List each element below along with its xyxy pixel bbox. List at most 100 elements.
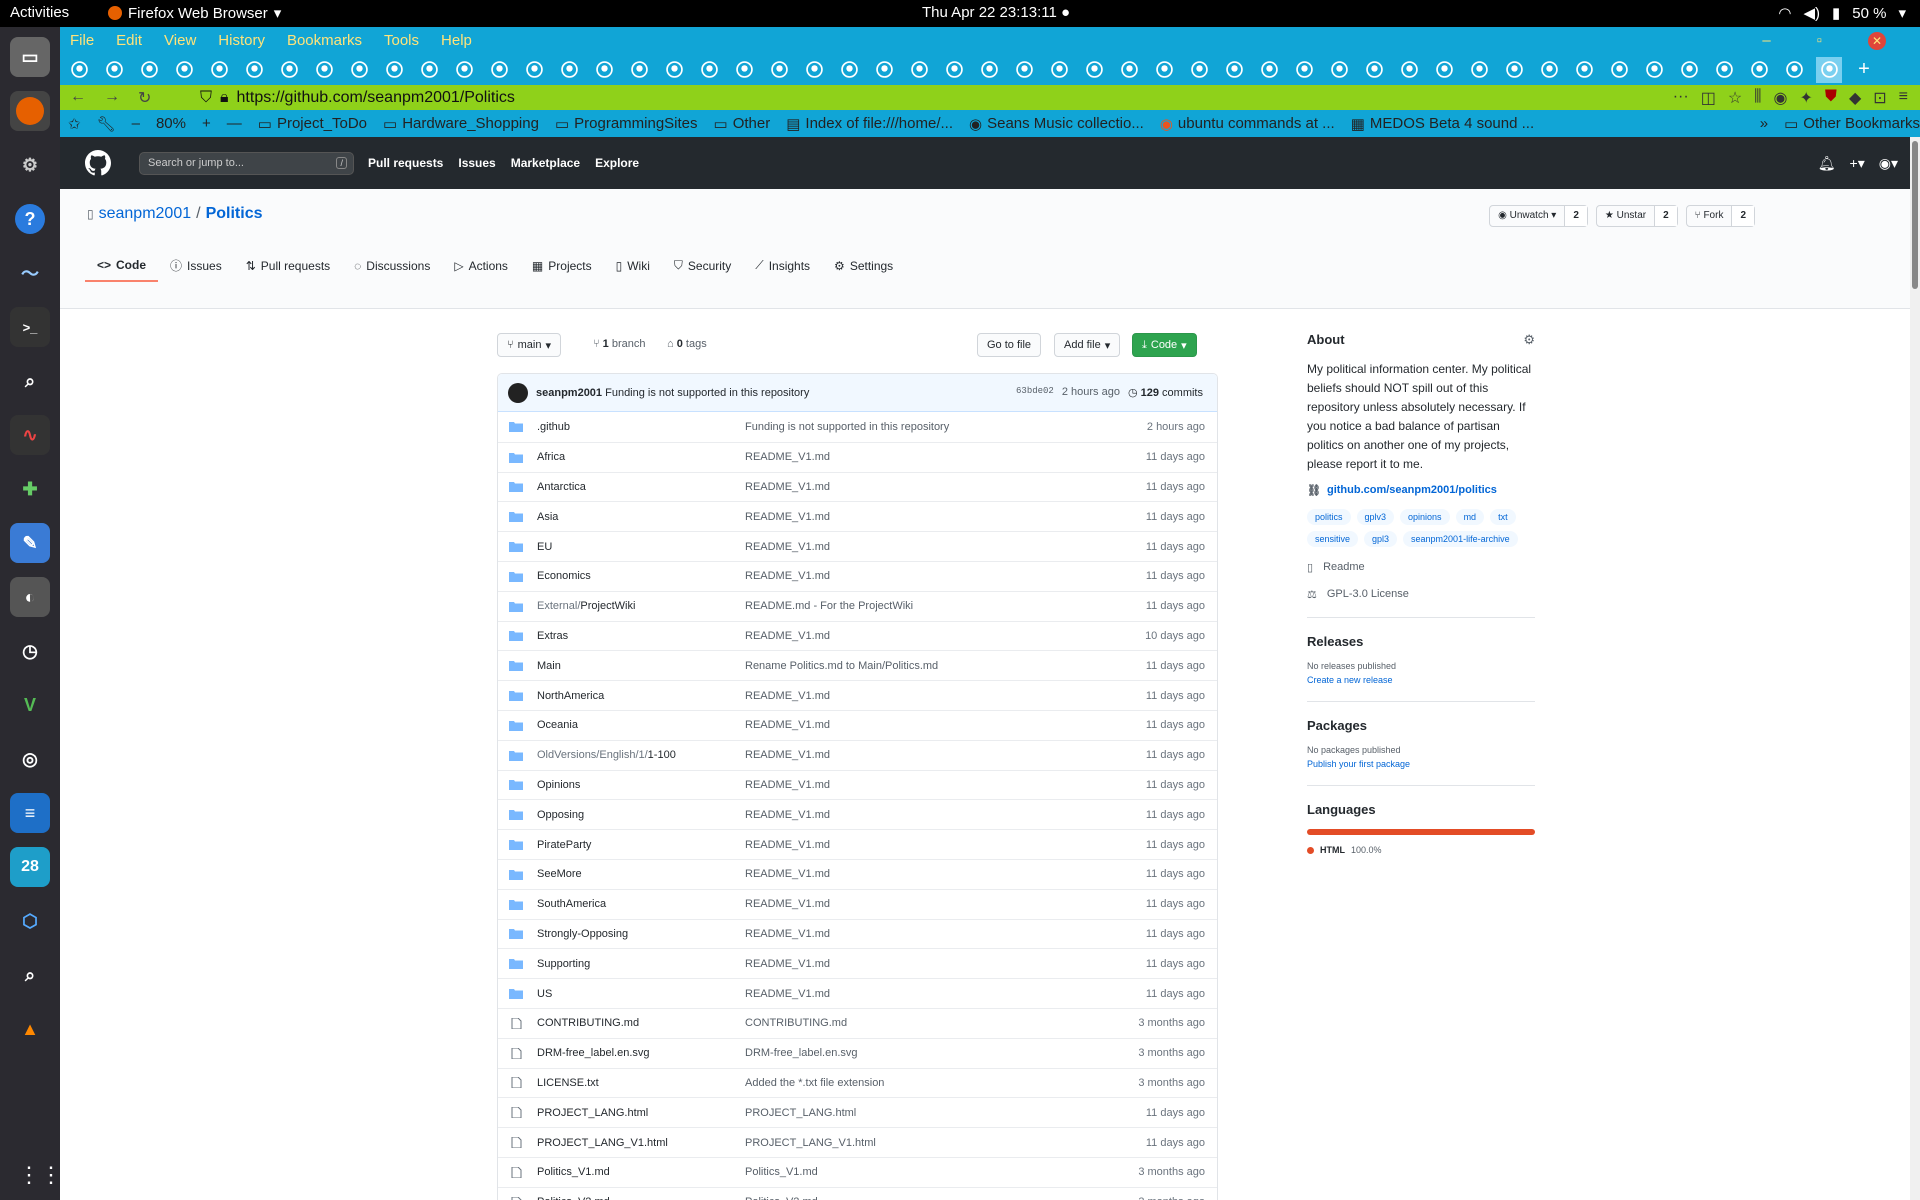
browser-tab[interactable] bbox=[801, 57, 827, 83]
browser-tab[interactable] bbox=[101, 57, 127, 83]
browser-tab[interactable] bbox=[556, 57, 582, 83]
file-name-link[interactable]: OldVersions/English/1/1-100 bbox=[537, 749, 745, 761]
unstar-button[interactable]: ★ Unstar 2 bbox=[1595, 205, 1678, 227]
nav-marketplace[interactable]: Marketplace bbox=[511, 156, 580, 170]
tab-settings[interactable]: ⚙ Settings bbox=[822, 249, 905, 282]
commit-message-link[interactable]: README_V1.md bbox=[745, 451, 1095, 463]
commit-message-link[interactable]: README_V1.md bbox=[745, 779, 1095, 791]
license-link[interactable]: ⚖ GPL-3.0 License bbox=[1307, 588, 1535, 601]
tab-projects[interactable]: ▦ Projects bbox=[520, 249, 604, 282]
other-bookmarks[interactable]: ▭ Other Bookmarks bbox=[1784, 115, 1920, 133]
commit-message-link[interactable]: README.md - For the ProjectWiki bbox=[745, 600, 1095, 612]
file-name-link[interactable]: CONTRIBUTING.md bbox=[537, 1017, 745, 1029]
activities-button[interactable]: Activities bbox=[10, 4, 69, 21]
nav-pull-requests[interactable]: Pull requests bbox=[368, 156, 443, 170]
star-count[interactable]: 2 bbox=[1655, 206, 1677, 226]
browser-tab[interactable] bbox=[241, 57, 267, 83]
watch-count[interactable]: 2 bbox=[1565, 206, 1587, 226]
commit-message-link[interactable]: README_V1.md bbox=[745, 570, 1095, 582]
close-icon[interactable]: ✕ bbox=[1868, 31, 1886, 50]
tab-security[interactable]: ⛉ Security bbox=[662, 249, 743, 282]
file-name-link[interactable]: Asia bbox=[537, 511, 745, 523]
file-name-link[interactable]: LICENSE.txt bbox=[537, 1077, 745, 1089]
app-menu[interactable]: Firefox Web Browser ▾ bbox=[108, 4, 281, 22]
browser-tab[interactable] bbox=[521, 57, 547, 83]
commit-message-link[interactable]: PROJECT_LANG_V1.html bbox=[745, 1137, 1095, 1149]
shield-icon[interactable]: ⛉ bbox=[200, 89, 212, 107]
browser-tab[interactable] bbox=[1746, 57, 1772, 83]
create-release-link[interactable]: Create a new release bbox=[1307, 675, 1535, 685]
releases-title[interactable]: Releases bbox=[1307, 634, 1535, 649]
browser-tab[interactable] bbox=[1606, 57, 1632, 83]
file-name-link[interactable]: Economics bbox=[537, 570, 745, 582]
browser-tab[interactable] bbox=[1046, 57, 1072, 83]
zoom-out-icon[interactable]: – bbox=[132, 115, 140, 132]
nav-issues[interactable]: Issues bbox=[458, 156, 495, 170]
bookmark-star-icon[interactable]: ☆ bbox=[1728, 88, 1742, 108]
github-ext-icon[interactable]: ◆ bbox=[1849, 88, 1861, 108]
tab-wiki[interactable]: ▯ Wiki bbox=[604, 249, 662, 282]
gear-icon[interactable]: ⚙ bbox=[1523, 332, 1535, 348]
back-icon[interactable]: ← bbox=[70, 88, 86, 108]
browser-tab[interactable] bbox=[1676, 57, 1702, 83]
browser-tab[interactable] bbox=[836, 57, 862, 83]
menu-history[interactable]: History bbox=[218, 32, 265, 49]
commit-author[interactable]: seanpm2001 bbox=[536, 387, 602, 399]
menu-help[interactable]: Help bbox=[441, 32, 472, 49]
branch-select-button[interactable]: ⑂ main ▾ bbox=[497, 333, 561, 357]
browser-tab[interactable] bbox=[486, 57, 512, 83]
topic-tag[interactable]: gplv3 bbox=[1356, 509, 1395, 525]
commit-message-link[interactable]: Added the *.txt file extension bbox=[745, 1077, 1095, 1089]
file-name-link[interactable]: Main bbox=[537, 660, 745, 672]
reload-icon[interactable]: ↻ bbox=[138, 88, 151, 108]
browser-tab[interactable] bbox=[1781, 57, 1807, 83]
menu-file[interactable]: File bbox=[70, 32, 94, 49]
browser-tab[interactable] bbox=[1326, 57, 1352, 83]
pocket-icon[interactable]: ◫ bbox=[1701, 88, 1716, 108]
commit-message-link[interactable]: README_V1.md bbox=[745, 749, 1095, 761]
bookmarks-menu-icon[interactable]: ✩ bbox=[68, 115, 81, 133]
file-name-link[interactable]: NorthAmerica bbox=[537, 690, 745, 702]
commit-message-link[interactable]: README_V1.md bbox=[745, 958, 1095, 970]
commit-message-link[interactable]: Rename Politics.md to Main/Politics.md bbox=[745, 660, 1095, 672]
file-name-link[interactable]: Opinions bbox=[537, 779, 745, 791]
extensions-icon[interactable]: ✚ bbox=[10, 469, 50, 509]
browser-tab[interactable] bbox=[276, 57, 302, 83]
zoom-in-icon[interactable]: + bbox=[202, 115, 211, 132]
maximize-icon[interactable]: ▫ bbox=[1817, 32, 1822, 50]
commit-message-link[interactable]: Funding is not supported in this reposit… bbox=[745, 421, 1095, 433]
commit-message-link[interactable]: README_V1.md bbox=[745, 839, 1095, 851]
browser-tab[interactable] bbox=[66, 57, 92, 83]
fork-count[interactable]: 2 bbox=[1732, 206, 1754, 226]
unwatch-button[interactable]: ◉ Unwatch ▾ 2 bbox=[1489, 205, 1588, 227]
commit-message-link[interactable]: CONTRIBUTING.md bbox=[745, 1017, 1095, 1029]
commit-message-link[interactable]: README_V1.md bbox=[745, 630, 1095, 642]
minimize-icon[interactable]: – bbox=[1762, 32, 1770, 50]
file-name-link[interactable]: PirateParty bbox=[537, 839, 745, 851]
file-name-link[interactable]: Africa bbox=[537, 451, 745, 463]
commit-message-link[interactable]: DRM-free_label.en.svg bbox=[745, 1047, 1095, 1059]
file-name-link[interactable]: DRM-free_label.en.svg bbox=[537, 1047, 745, 1059]
browser-tab[interactable] bbox=[1711, 57, 1737, 83]
file-name-link[interactable]: Antarctica bbox=[537, 481, 745, 493]
system-tray[interactable]: ◠ ◀) ▮ 50 % ▾ bbox=[1778, 4, 1906, 23]
browser-tab[interactable] bbox=[416, 57, 442, 83]
github-search-input[interactable]: Search or jump to... / bbox=[139, 151, 354, 175]
tab-code[interactable]: <> Code bbox=[85, 249, 159, 282]
add-file-button[interactable]: Add file ▾ bbox=[1054, 333, 1121, 357]
commit-sha[interactable]: 63bde02 bbox=[1016, 386, 1054, 399]
file-name-link[interactable]: Politics_V2.md bbox=[537, 1196, 745, 1200]
bookmark-item[interactable]: ▭ Other bbox=[714, 115, 771, 133]
menu-view[interactable]: View bbox=[164, 32, 196, 49]
commit-message-link[interactable]: README_V1.md bbox=[745, 481, 1095, 493]
publish-package-link[interactable]: Publish your first package bbox=[1307, 759, 1535, 769]
topic-tag[interactable]: gpl3 bbox=[1364, 531, 1398, 547]
system-monitor-icon[interactable]: 〜 bbox=[10, 253, 50, 293]
browser-tab-active[interactable] bbox=[1816, 56, 1842, 83]
clock[interactable]: Thu Apr 22 23:13:11 ● bbox=[922, 4, 1070, 21]
file-name-link[interactable]: PROJECT_LANG_V1.html bbox=[537, 1137, 745, 1149]
file-name-link[interactable]: .github bbox=[537, 421, 745, 433]
topic-tag[interactable]: opinions bbox=[1400, 509, 1450, 525]
commit-message-link[interactable]: Politics_V1.md bbox=[745, 1166, 1095, 1178]
browser-tab[interactable] bbox=[766, 57, 792, 83]
